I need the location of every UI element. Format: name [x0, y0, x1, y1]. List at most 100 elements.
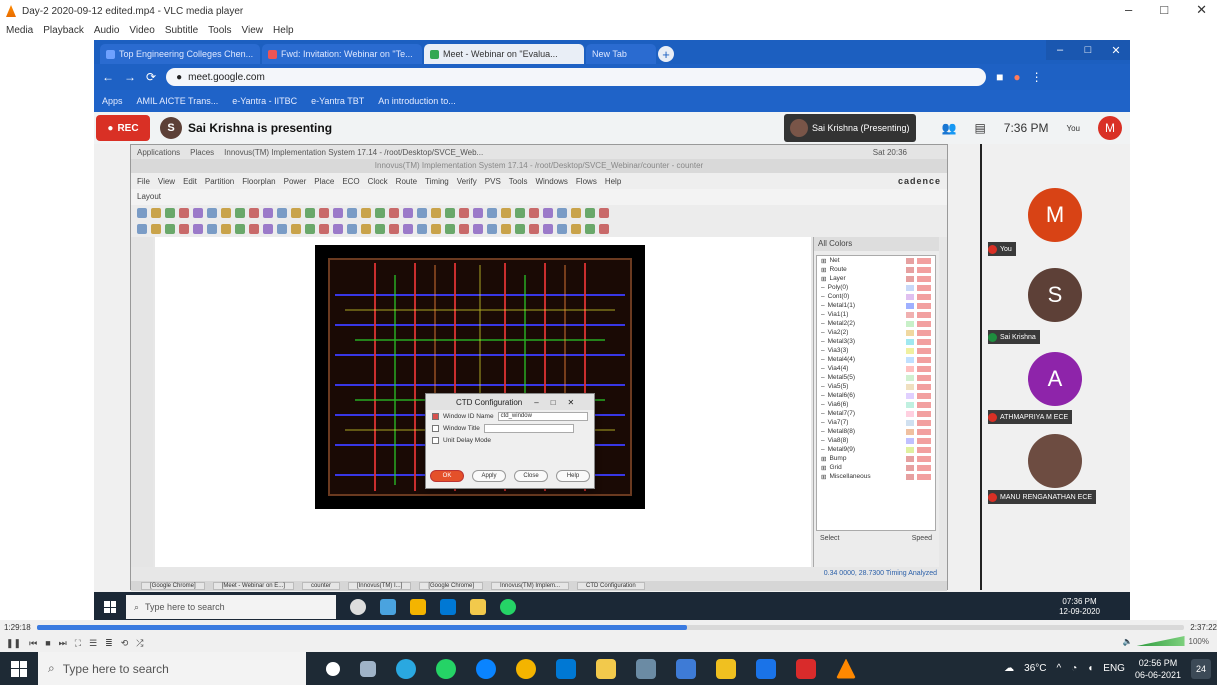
- browser-close-button[interactable]: ✕: [1102, 40, 1130, 60]
- toolbar-tool-icon[interactable]: [585, 208, 595, 218]
- toolbar-tool-icon[interactable]: [389, 208, 399, 218]
- toolbar-tool-icon[interactable]: [543, 224, 553, 234]
- visibility-checkbox[interactable]: [917, 365, 931, 372]
- layer-item[interactable]: – Metal1(1): [817, 301, 935, 310]
- tree-branch-icon[interactable]: –: [821, 383, 825, 390]
- chrome-icon[interactable]: [516, 658, 536, 679]
- layer-color-swatch[interactable]: [906, 365, 914, 372]
- menu-tools[interactable]: Tools: [509, 177, 528, 186]
- toolbar-tool-icon[interactable]: [375, 224, 385, 234]
- loop-icon[interactable]: ⟲: [121, 638, 129, 649]
- toolbar-tool-icon[interactable]: [249, 208, 259, 218]
- toolbar-tool-icon[interactable]: [389, 224, 399, 234]
- layer-color-swatch[interactable]: [906, 419, 914, 426]
- network-icon[interactable]: ◔: [1071, 663, 1077, 674]
- layer-item[interactable]: – Via8(8): [817, 436, 935, 445]
- tree-branch-icon[interactable]: –: [821, 320, 825, 327]
- window-title-field[interactable]: [483, 423, 574, 433]
- visibility-checkbox[interactable]: [917, 275, 931, 282]
- toolbar-tool-icon[interactable]: [403, 208, 413, 218]
- toolbar-tool-icon[interactable]: [417, 208, 427, 218]
- toolbar-tool-icon[interactable]: [445, 224, 455, 234]
- visibility-checkbox[interactable]: [917, 383, 931, 390]
- visibility-checkbox[interactable]: [917, 311, 931, 318]
- layer-color-swatch[interactable]: [906, 437, 914, 444]
- toolbar-tool-icon[interactable]: [151, 208, 161, 218]
- visibility-checkbox[interactable]: [917, 329, 931, 336]
- menu-edit[interactable]: Edit: [183, 177, 197, 186]
- visibility-checkbox[interactable]: [917, 464, 931, 471]
- tree-branch-icon[interactable]: –: [821, 311, 825, 318]
- toolbar-tool-icon[interactable]: [375, 208, 385, 218]
- minimize-button[interactable]: –: [1125, 2, 1132, 18]
- layer-color-swatch[interactable]: [906, 329, 914, 336]
- playlist-icon[interactable]: ≣: [105, 638, 113, 649]
- expand-icon[interactable]: ⊞: [821, 473, 826, 481]
- toolbar-tool-icon[interactable]: [459, 224, 469, 234]
- mail-icon[interactable]: [440, 599, 456, 615]
- menu-route[interactable]: Route: [396, 177, 417, 186]
- browser-maximize-button[interactable]: □: [1074, 40, 1102, 60]
- window-id-checkbox[interactable]: [432, 412, 439, 420]
- cortana-icon[interactable]: [326, 661, 340, 676]
- menu-timing[interactable]: Timing: [425, 177, 449, 186]
- tree-branch-icon[interactable]: –: [821, 428, 825, 435]
- toolbar-tool-icon[interactable]: [235, 208, 245, 218]
- layer-item[interactable]: – Via6(6): [817, 400, 935, 409]
- layer-color-swatch[interactable]: [906, 446, 914, 453]
- vm-task-chrome[interactable]: [Google Chrome]: [141, 582, 205, 590]
- tree-branch-icon[interactable]: –: [821, 410, 825, 417]
- menu-playback[interactable]: Playback: [43, 25, 84, 36]
- weather-icon[interactable]: ☁: [1004, 663, 1014, 674]
- notification-center-icon[interactable]: 24: [1191, 658, 1211, 679]
- browser-minimize-button[interactable]: –: [1046, 40, 1074, 60]
- menu-view[interactable]: View: [242, 25, 264, 36]
- maximize-button[interactable]: □: [1160, 2, 1168, 18]
- dialog-minimize-icon[interactable]: –: [534, 398, 538, 407]
- participant-tile[interactable]: S Sai Krishna: [982, 254, 1130, 344]
- layer-list[interactable]: ⊞ Net ⊞ Route ⊞ Layer – Poly(0) – Cont(0) – Metal1(…: [816, 255, 936, 531]
- chrome-icon[interactable]: [410, 599, 426, 615]
- layer-item[interactable]: – Metal7(7): [817, 409, 935, 418]
- layer-color-swatch[interactable]: [906, 473, 914, 480]
- vm-task-ctd[interactable]: CTD Configuration: [577, 582, 645, 590]
- participant-tile[interactable]: MANU RENGANATHAN ECE: [982, 434, 1130, 514]
- visibility-checkbox[interactable]: [917, 302, 931, 309]
- toolbar-tool-icon[interactable]: [291, 208, 301, 218]
- toolbar-tool-icon[interactable]: [263, 224, 273, 234]
- layer-item[interactable]: – Poly(0): [817, 283, 935, 292]
- next-icon[interactable]: ⏭: [59, 638, 67, 649]
- toolbar-tool-icon[interactable]: [473, 208, 483, 218]
- toolbar-tool-icon[interactable]: [361, 208, 371, 218]
- layer-item[interactable]: ⊞ Layer: [817, 274, 935, 283]
- layer-item[interactable]: – Via2(2): [817, 328, 935, 337]
- tree-branch-icon[interactable]: –: [821, 437, 825, 444]
- layer-item[interactable]: ⊞ Miscellaneous: [817, 472, 935, 481]
- close-button[interactable]: Close: [514, 470, 548, 482]
- layer-item[interactable]: – Cont(0): [817, 292, 935, 301]
- previous-icon[interactable]: ⏮: [29, 638, 37, 649]
- toolbar-tool-icon[interactable]: [277, 224, 287, 234]
- expand-icon[interactable]: ⊞: [821, 275, 826, 283]
- participants-icon[interactable]: 👥: [942, 121, 957, 135]
- tree-branch-icon[interactable]: –: [821, 419, 825, 426]
- layer-color-swatch[interactable]: [906, 374, 914, 381]
- toolbar-tool-icon[interactable]: [571, 208, 581, 218]
- tree-branch-icon[interactable]: –: [821, 284, 825, 291]
- extended-settings-icon[interactable]: ☰: [89, 638, 97, 649]
- visibility-checkbox[interactable]: [917, 473, 931, 480]
- profile-icon[interactable]: ●: [1013, 70, 1020, 84]
- layer-item[interactable]: – Metal2(2): [817, 319, 935, 328]
- toolbar-tool-icon[interactable]: [319, 224, 329, 234]
- toolbar-tool-icon[interactable]: [417, 224, 427, 234]
- toolbar-tool-icon[interactable]: [459, 208, 469, 218]
- tree-branch-icon[interactable]: –: [821, 374, 825, 381]
- tree-branch-icon[interactable]: –: [821, 365, 825, 372]
- toolbar-tool-icon[interactable]: [165, 208, 175, 218]
- vm-task-meet[interactable]: [Meet - Webinar on E...]: [212, 582, 294, 590]
- toolbar-tool-icon[interactable]: [529, 224, 539, 234]
- forward-icon[interactable]: →: [124, 70, 136, 84]
- menu-video[interactable]: Video: [129, 25, 154, 36]
- toolbar-tool-icon[interactable]: [571, 224, 581, 234]
- participant-tile[interactable]: A ATHMAPRIYA M ECE: [982, 344, 1130, 424]
